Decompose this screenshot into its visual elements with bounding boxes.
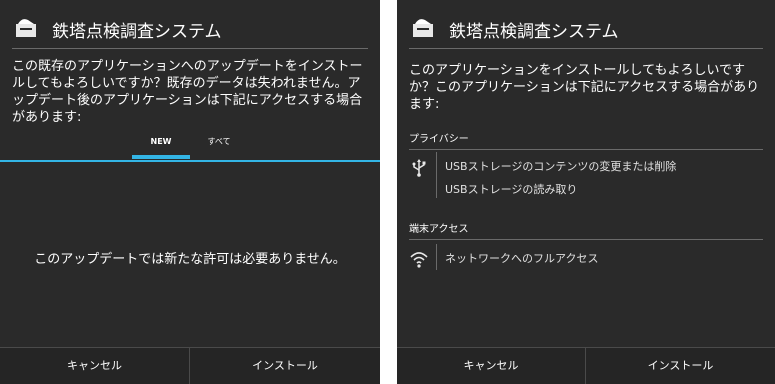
wifi-icon <box>410 252 428 268</box>
section-device-access-header: 端末アクセス <box>409 220 763 240</box>
install-button[interactable]: インストール <box>586 348 775 384</box>
usb-icon <box>412 159 426 177</box>
permission-network-full: ネットワークへのフルアクセス <box>445 252 599 265</box>
install-message: このアプリケーションをインストールしてもよろしいですか？このアプリケーションは下… <box>409 63 760 112</box>
header-divider <box>409 48 763 49</box>
dialog-header: 鉄塔点検調査システム <box>0 0 380 50</box>
device-permission-group: ネットワークへのフルアクセス <box>409 244 763 272</box>
header-divider <box>12 48 368 49</box>
tab-all[interactable]: すべて <box>190 129 248 159</box>
permission-usb-read: USBストレージの読み取り <box>445 183 578 196</box>
dialog-title: 鉄塔点検調査システム <box>449 22 619 42</box>
permission-tabs: NEW すべて <box>0 129 380 163</box>
new-install-dialog: 鉄塔点検調査システム このアプリケーションをインストールしてもよろしいですか？こ… <box>397 0 775 384</box>
privacy-permission-group: USBストレージのコンテンツの変更または削除 USBストレージの読み取り <box>409 152 763 202</box>
tab-underline <box>0 160 380 162</box>
permission-usb-modify: USBストレージのコンテンツの変更または削除 <box>445 160 677 173</box>
app-icon <box>16 19 36 37</box>
section-privacy-header: プライバシー <box>409 130 763 150</box>
app-icon <box>413 19 433 37</box>
tab-selected-indicator <box>132 155 190 159</box>
tab-new-label: NEW <box>150 137 172 146</box>
tab-all-label: すべて <box>207 137 231 146</box>
dialog-title: 鉄塔点検調査システム <box>52 22 222 42</box>
permission-divider <box>436 152 437 198</box>
install-button[interactable]: インストール <box>190 348 380 384</box>
tab-new[interactable]: NEW <box>132 129 190 159</box>
dialog-header: 鉄塔点検調査システム <box>397 0 775 50</box>
button-bar: キャンセル インストール <box>0 347 380 384</box>
cancel-button[interactable]: キャンセル <box>0 348 190 384</box>
button-bar: キャンセル インストール <box>397 347 775 384</box>
permission-divider <box>436 244 437 270</box>
cancel-button[interactable]: キャンセル <box>397 348 586 384</box>
no-new-permissions-message: このアップデートでは新たな許可は必要ありません。 <box>34 252 346 267</box>
update-install-dialog: 鉄塔点検調査システム この既存のアプリケーションへのアップデートをインストールし… <box>0 0 380 384</box>
install-message: この既存のアプリケーションへのアップデートをインストールしてもよろしいですか？既… <box>12 59 363 125</box>
